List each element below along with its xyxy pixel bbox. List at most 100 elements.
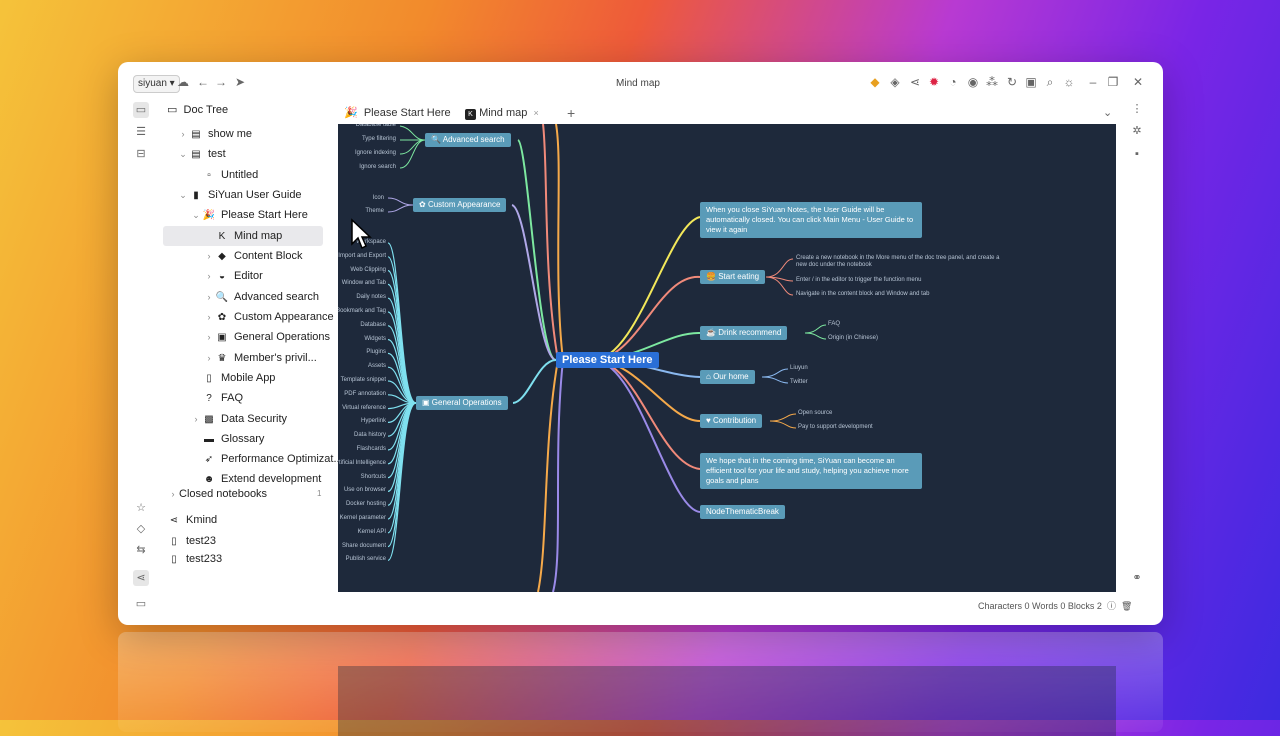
tab-mind-map[interactable]: K Mind map × [465, 102, 553, 126]
kmind-file-item[interactable]: ▯ test23 [167, 531, 216, 551]
tree-item-advanced-search[interactable]: › 🔍 Advanced search [203, 287, 320, 307]
node-custom-appearance[interactable]: ✿ Custom Appearance [413, 198, 507, 212]
tree-item-performance-optimizat[interactable]: ➶ Performance Optimizat... [190, 449, 343, 469]
tab-dropdown-icon[interactable]: ⌄ [1103, 102, 1112, 124]
close-icon[interactable]: ✕ [1131, 75, 1145, 89]
node-thematic-break[interactable]: NodeThematicBreak [700, 505, 785, 519]
share-icon[interactable]: ⋖ [908, 75, 922, 89]
tree-item-editor[interactable]: › ◒ Editor [203, 266, 263, 286]
node-hope[interactable]: We hope that in the coming time, SiYuan … [700, 453, 922, 489]
outline-icon[interactable]: ☰ [133, 124, 149, 140]
leaf-advanced-search-1[interactable]: Database table [338, 124, 396, 128]
expand-arrow-icon[interactable]: › [203, 307, 215, 327]
leaf-general-operations-12[interactable]: PDF annotation [338, 391, 386, 397]
new-tab-button[interactable]: + [567, 102, 575, 124]
send-icon[interactable]: ➤ [233, 75, 247, 89]
chat-icon[interactable]: ▪ [1130, 147, 1144, 161]
chrome-icon[interactable]: ◉ [966, 75, 980, 89]
leaf-custom-appearance-2[interactable]: Theme [338, 208, 384, 214]
leaf-general-operations-4[interactable]: Window and Tab [338, 280, 386, 286]
leaf-general-operations-3[interactable]: Web Clipping [338, 267, 386, 273]
node-general-operations[interactable]: ▣ General Operations [416, 396, 508, 410]
tree-item-glossary[interactable]: ▬ Glossary [190, 429, 264, 449]
leaf-general-operations-15[interactable]: Data history [338, 432, 386, 438]
search-icon[interactable]: ⌕ [1043, 75, 1057, 89]
expand-arrow-icon[interactable]: ⌄ [190, 205, 202, 225]
file-tree-icon[interactable]: ▭ [133, 102, 149, 118]
kmind-dock-icon[interactable]: ⋖ [133, 570, 149, 586]
leaf-start-eating-1[interactable]: Create a new notebook in the More menu o… [796, 255, 1011, 269]
expand-arrow-icon[interactable]: ⌄ [177, 144, 189, 164]
expand-arrow-icon[interactable]: › [167, 484, 179, 504]
backlink-icon[interactable]: ⇆ [133, 542, 149, 558]
expand-arrow-icon[interactable]: › [203, 327, 215, 347]
leaf-general-operations-22[interactable]: Kernel API [338, 529, 386, 535]
image-icon[interactable]: ▣ [1024, 75, 1038, 89]
leaf-general-operations-16[interactable]: Flashcards [338, 446, 386, 452]
link-icon[interactable]: ⚭ [1130, 571, 1144, 585]
trash-icon[interactable]: 🗑 [1121, 601, 1132, 611]
node-contribution[interactable]: ♥ Contribution [700, 414, 763, 428]
tree-item-siyuan-user-guide[interactable]: ⌄ ▮ SiYuan User Guide [177, 185, 301, 205]
minimize-icon[interactable]: – [1086, 75, 1100, 89]
leaf-start-eating-3[interactable]: Navigate in the content block and Window… [796, 291, 929, 297]
inbox-icon[interactable]: ⊟ [133, 146, 149, 162]
leaf-general-operations-2[interactable]: Import and Export [338, 253, 386, 259]
leaf-advanced-search-2[interactable]: Type filtering [338, 136, 396, 142]
restore-icon[interactable]: ❐ [1106, 75, 1120, 89]
tree-item-faq[interactable]: ? FAQ [190, 388, 243, 408]
leaf-general-operations-13[interactable]: Virtual reference [338, 405, 386, 411]
leaf-general-operations-5[interactable]: Daily notes [338, 294, 386, 300]
expand-arrow-icon[interactable]: › [203, 246, 215, 266]
leaf-custom-appearance-1[interactable]: Icon [338, 195, 384, 201]
leaf-drink-1[interactable]: FAQ [828, 321, 840, 327]
leaf-general-operations-20[interactable]: Docker hosting [338, 501, 386, 507]
tree-item-mobile-app[interactable]: ▯ Mobile App [190, 368, 275, 388]
vip-icon[interactable]: ◆ [868, 75, 882, 89]
tab-please-start-here[interactable]: 🎉 Please Start Here [344, 102, 451, 124]
leaf-general-operations-19[interactable]: Use on browser [338, 487, 386, 493]
tree-item-untitled[interactable]: ▫ Untitled [190, 165, 258, 185]
mind-map-canvas[interactable]: 🔍 Advanced search Database table Type fil… [338, 124, 1116, 592]
tree-item-member-s-privil[interactable]: ›♛Member's privil...1 [203, 348, 353, 368]
tree-item-content-block[interactable]: › ◆ Content Block [203, 246, 303, 266]
plugin-icon[interactable]: ◈ [888, 75, 902, 89]
leaf-contribution-2[interactable]: Pay to support development [798, 424, 873, 430]
leaf-general-operations-8[interactable]: Widgets [338, 336, 386, 342]
leaf-general-operations-14[interactable]: Hyperlink [338, 418, 386, 424]
asterisk-icon[interactable]: ✲ [1130, 124, 1144, 138]
leaf-home-1[interactable]: Liuyun [790, 365, 808, 371]
leaf-general-operations-9[interactable]: Plugins [338, 349, 386, 355]
workspace-button[interactable]: siyuan ▾ [133, 75, 180, 93]
expand-arrow-icon[interactable]: ⌄ [177, 185, 189, 205]
tab-close-icon[interactable]: × [533, 108, 538, 118]
forward-icon[interactable]: → [214, 75, 228, 89]
refresh-icon[interactable]: ↻ [1005, 75, 1019, 89]
cloud-sync-icon[interactable]: ☁ [176, 75, 190, 89]
leaf-general-operations-24[interactable]: Publish service [338, 556, 386, 562]
leaf-advanced-search-4[interactable]: Ignore search [338, 164, 396, 170]
tree-item-test[interactable]: ⌄ ▤ test [177, 144, 226, 164]
back-icon[interactable]: ← [196, 75, 210, 89]
leaf-general-operations-11[interactable]: Template snippet [338, 377, 386, 383]
node-our-home[interactable]: ⌂ Our home [700, 370, 755, 384]
dock-toggle-icon[interactable]: ▭ [133, 596, 149, 612]
leaf-general-operations-6[interactable]: Bookmark and Tag [338, 308, 386, 314]
bug-icon[interactable]: ✹ [927, 75, 941, 89]
star-icon[interactable]: ☆ [133, 500, 149, 516]
tree-item-custom-appearance[interactable]: › ✿ Custom Appearance [203, 307, 334, 327]
tag-icon[interactable]: ◇ [133, 521, 149, 537]
leaf-general-operations-7[interactable]: Database [338, 322, 386, 328]
expand-arrow-icon[interactable]: › [203, 348, 215, 368]
expand-arrow-icon[interactable]: › [190, 409, 202, 429]
graph-icon[interactable]: ⋮ [1130, 102, 1144, 116]
tree-item-general-operations[interactable]: › ▣ General Operations [203, 327, 331, 347]
tree-item-show-me[interactable]: › ▤ show me [177, 124, 253, 144]
theme-icon[interactable]: ☼ [1062, 75, 1076, 89]
kmind-file-item[interactable]: ▯ test233 [167, 549, 222, 569]
node-start-eating[interactable]: 🍔 Start eating [700, 270, 766, 284]
node-drink-recommend[interactable]: ☕ Drink recommend [700, 326, 788, 340]
leaf-general-operations-17[interactable]: Artificial Intelligence [338, 460, 386, 466]
expand-arrow-icon[interactable]: › [177, 124, 189, 144]
leaf-general-operations-10[interactable]: Assets [338, 363, 386, 369]
